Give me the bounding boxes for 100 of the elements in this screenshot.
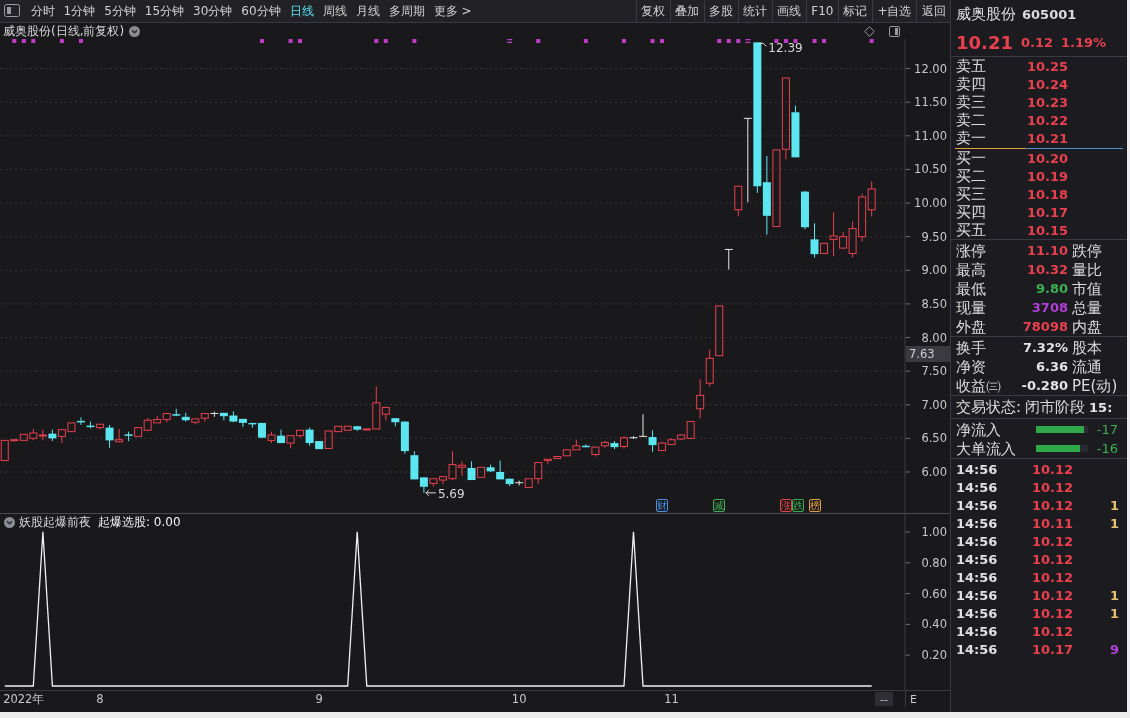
period-tab[interactable]: 更多 > [429, 0, 476, 22]
stat-label: 现量 [956, 298, 987, 317]
period-tab[interactable]: 5分钟 [100, 0, 140, 22]
indicator-reading: 起爆选股: 0.00 [98, 513, 181, 531]
order-label: 买二 [956, 167, 987, 185]
candlestick [610, 440, 619, 450]
stat-label: 最低 [956, 279, 987, 298]
order-label: 买五 [956, 221, 987, 239]
order-price: 10.25 [1025, 58, 1068, 74]
indicator-name: 妖股起爆前夜 [19, 513, 91, 531]
order-price: 10.24 [1025, 76, 1068, 92]
date-axis-label: 2022年 [3, 692, 45, 706]
value-axis-label: 0.20 [921, 648, 947, 663]
tick-price: 10.12 [1032, 623, 1075, 639]
tick-price: 10.12 [1032, 551, 1075, 567]
period-tab[interactable]: 30分钟 [189, 0, 237, 22]
date-axis-label: 8 [96, 692, 104, 706]
price-axis-label: 12.00 [914, 61, 947, 76]
tick-price: 10.12 [1032, 497, 1075, 513]
flow-value: -16 [1095, 441, 1119, 456]
period-tab[interactable]: 60分钟 [237, 0, 285, 22]
price-change: 0.12 [1020, 34, 1053, 50]
toolbar-button[interactable]: 统计 [737, 0, 772, 22]
stat-label: 最高 [956, 260, 987, 279]
stat-label: 外盘 [956, 317, 987, 336]
toolbar-button[interactable]: F10 [805, 0, 838, 22]
stat-value: -0.280 [1020, 378, 1068, 393]
toolbar-button[interactable]: +自选 [871, 0, 916, 22]
candlestick [600, 440, 609, 449]
candlestick [172, 408, 181, 417]
stat-label: 流通 [1071, 357, 1103, 376]
sidebar-toggle-icon[interactable] [4, 4, 20, 17]
candlestick [76, 417, 85, 426]
change-percent: 1.19% [1061, 34, 1107, 50]
event-tag[interactable]: 减 [713, 499, 726, 512]
period-tab[interactable]: 1分钟 [59, 0, 100, 22]
tick-price: 10.17 [1032, 641, 1075, 657]
date-axis-label: 10 [511, 692, 527, 706]
period-tab[interactable]: 日线 [285, 0, 318, 22]
event-tag[interactable]: 涨 [779, 499, 792, 512]
toolbar-button[interactable]: 复权 [635, 0, 670, 22]
candlestick [38, 429, 47, 441]
period-tab[interactable]: 分时 [26, 0, 59, 22]
tick-time: 14:56 [956, 515, 999, 531]
annotation: 12.39 [768, 41, 803, 56]
value-axis-label: 0.80 [921, 555, 947, 570]
candlestick [867, 181, 876, 217]
candlestick [715, 305, 724, 357]
axis-button[interactable]: -- [875, 692, 893, 706]
order-label: 卖一 [956, 129, 987, 147]
order-price: 10.15 [1025, 222, 1068, 238]
period-tab[interactable]: 多周期 [384, 0, 429, 22]
price-axis-label: 7.00 [921, 397, 947, 412]
order-price: 10.18 [1025, 186, 1068, 202]
diamond-icon[interactable] [864, 25, 875, 37]
toolbar-button[interactable]: 标记 [837, 0, 872, 22]
chevron-down-icon[interactable] [4, 516, 15, 528]
event-tag[interactable]: 财 [656, 499, 669, 512]
stat-label: 涨停 [956, 241, 987, 260]
tick-time: 14:56 [956, 551, 999, 567]
stat-value: 6.36 [1034, 359, 1068, 374]
tick-price: 10.11 [1032, 515, 1075, 531]
price-axis-label: 11.00 [914, 128, 947, 143]
stock-code: 605001 [1022, 6, 1077, 22]
toolbar-button[interactable]: 叠加 [669, 0, 704, 22]
value-axis-label: 0.40 [921, 617, 947, 632]
toolbar-button[interactable]: 多股 [703, 0, 738, 22]
stat-label: 净资 [956, 357, 987, 376]
candlestick [267, 431, 276, 444]
status-label: 交易状态: [956, 398, 1022, 416]
value-axis-label: 1.00 [921, 524, 947, 539]
order-price: 10.19 [1025, 168, 1068, 184]
panel-toggle-icon[interactable] [889, 25, 900, 37]
period-tab[interactable]: 周线 [318, 0, 351, 22]
event-tag[interactable]: 榜 [808, 499, 821, 512]
stat-label: 总量 [1071, 298, 1103, 317]
period-tab[interactable]: 15分钟 [140, 0, 189, 22]
tick-volume: 9 [1109, 641, 1120, 657]
candlestick [724, 248, 734, 271]
tick-price: 10.12 [1032, 461, 1075, 477]
candlestick [858, 193, 867, 242]
order-price: 10.20 [1025, 150, 1068, 166]
period-tab[interactable]: 月线 [351, 0, 384, 22]
stat-label: 市值 [1071, 279, 1103, 298]
tick-price: 10.12 [1032, 479, 1075, 495]
toolbar-button[interactable]: 画线 [771, 0, 806, 22]
tick-time: 14:56 [956, 641, 999, 657]
order-price: 10.17 [1025, 204, 1068, 220]
flow-label: 净流入 [956, 420, 1002, 439]
price-axis-label: 9.00 [921, 263, 947, 278]
chevron-down-icon[interactable] [129, 25, 141, 37]
tick-time: 14:56 [956, 587, 999, 603]
candlestick [277, 429, 286, 444]
stat-label: 量比 [1071, 260, 1103, 279]
tick-time: 14:56 [956, 479, 999, 495]
tick-time: 14:56 [956, 623, 999, 639]
candlestick [800, 190, 809, 230]
price-axis-label: 11.50 [914, 95, 947, 110]
candlestick [219, 412, 228, 421]
stat-label: 内盘 [1071, 317, 1103, 336]
